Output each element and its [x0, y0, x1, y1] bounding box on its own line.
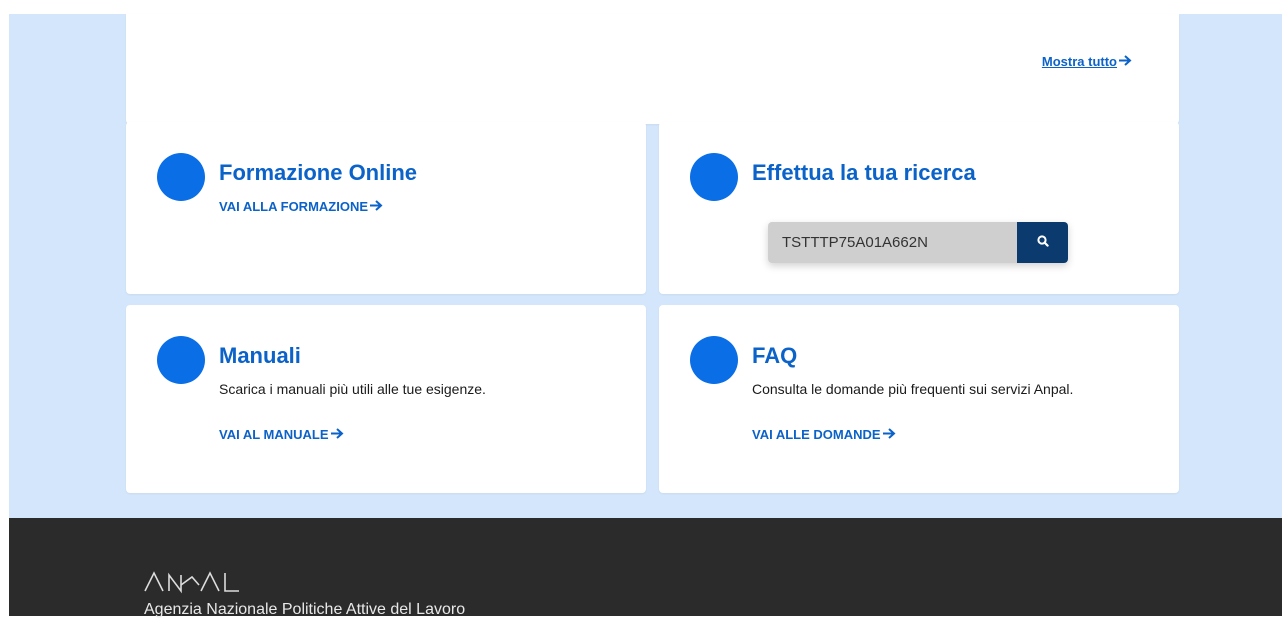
ricerca-title: Effettua la tua ricerca — [752, 160, 976, 185]
arrow-right-icon — [369, 199, 383, 214]
manuali-description: Scarica i manuali più utili alle tue esi… — [219, 381, 486, 397]
faq-link-label: VAI ALLE DOMANDE — [752, 427, 881, 442]
formazione-link[interactable]: VAI ALLA FORMAZIONE — [219, 199, 383, 214]
footer: Agenzia Nazionale Politiche Attive del L… — [9, 518, 1282, 618]
manuali-icon — [157, 336, 205, 384]
search-button[interactable] — [1017, 222, 1068, 263]
manuali-link[interactable]: VAI AL MANUALE — [219, 427, 344, 442]
faq-description: Consulta le domande più frequenti sui se… — [752, 381, 1074, 397]
manuali-card: Manuali Scarica i manuali più utili alle… — [126, 305, 646, 493]
faq-title: FAQ — [752, 343, 798, 368]
content-background: Mostra tutto Formazione Online VAI ALLA … — [9, 14, 1282, 518]
formazione-card: Formazione Online VAI ALLA FORMAZIONE — [126, 122, 646, 294]
search-input[interactable] — [768, 222, 1017, 263]
news-card: Mostra tutto — [126, 14, 1179, 124]
show-all-label: Mostra tutto — [1041, 54, 1117, 69]
anpal-logo[interactable] — [143, 567, 253, 605]
search-box — [768, 222, 1068, 263]
faq-card: FAQ Consulta le domande più frequenti su… — [659, 305, 1179, 493]
show-all-link[interactable]: Mostra tutto — [1042, 54, 1132, 69]
search-icon — [1036, 235, 1049, 250]
formazione-icon — [157, 153, 205, 201]
manuali-title: Manuali — [219, 343, 301, 368]
arrow-right-icon — [882, 427, 896, 442]
faq-icon — [690, 336, 738, 384]
agency-name: Agenzia Nazionale Politiche Attive del L… — [144, 601, 466, 618]
arrow-right-icon — [330, 427, 344, 442]
formazione-title: Formazione Online — [219, 160, 418, 185]
ricerca-card: Effettua la tua ricerca — [659, 122, 1179, 294]
ricerca-icon — [690, 153, 738, 201]
formazione-link-label: VAI ALLA FORMAZIONE — [219, 199, 369, 214]
manuali-link-label: VAI AL MANUALE — [219, 427, 329, 442]
arrow-right-icon — [1118, 54, 1132, 69]
faq-link[interactable]: VAI ALLE DOMANDE — [752, 427, 896, 442]
